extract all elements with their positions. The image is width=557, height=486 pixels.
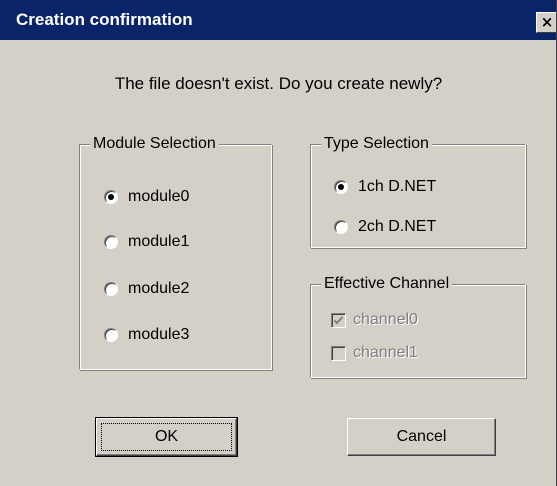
check-mark-icon	[333, 315, 344, 324]
radio-label: module2	[128, 280, 190, 297]
checkbox-disabled	[331, 345, 346, 361]
window-title: Creation confirmation	[16, 10, 193, 29]
radio-label: module3	[128, 326, 190, 343]
focus-rectangle	[101, 423, 232, 451]
radio-button[interactable]	[104, 328, 118, 342]
module-selection-label: Module Selection	[90, 136, 219, 152]
radio-button-selected[interactable]	[104, 190, 118, 204]
checkbox-channel1: channel1	[331, 342, 418, 364]
checkbox-channel0: channel0	[331, 309, 418, 331]
checkbox-label: channel0	[353, 311, 418, 328]
radio-button[interactable]	[104, 282, 118, 296]
cancel-button-label: Cancel	[396, 428, 447, 445]
radio-label: module1	[128, 233, 190, 250]
ok-button[interactable]: OK	[95, 417, 238, 457]
radio-module2[interactable]: module2	[104, 278, 189, 300]
close-icon[interactable]: ×	[536, 12, 556, 33]
creation-confirmation-dialog: Creation confirmation × The file doesn't…	[0, 0, 557, 486]
checkbox-checked-disabled	[331, 312, 346, 328]
radio-label: module0	[128, 188, 190, 205]
radio-module1[interactable]: module1	[104, 231, 189, 253]
effective-channel-label: Effective Channel	[321, 276, 453, 292]
radio-button[interactable]	[104, 235, 118, 249]
confirmation-message: The file doesn't exist. Do you create ne…	[114, 74, 443, 93]
radio-button[interactable]	[334, 220, 348, 234]
radio-module0[interactable]: module0	[104, 186, 189, 208]
type-selection-label: Type Selection	[321, 136, 432, 152]
radio-2ch-dnet[interactable]: 2ch D.NET	[334, 216, 436, 238]
cancel-button[interactable]: Cancel	[347, 418, 496, 456]
title-bar[interactable]: Creation confirmation ×	[0, 0, 556, 40]
checkbox-label: channel1	[353, 344, 418, 361]
radio-label: 1ch D.NET	[358, 178, 437, 195]
radio-1ch-dnet[interactable]: 1ch D.NET	[334, 176, 436, 198]
radio-module3[interactable]: module3	[104, 324, 189, 346]
radio-button-selected[interactable]	[334, 180, 348, 194]
radio-label: 2ch D.NET	[358, 218, 437, 235]
